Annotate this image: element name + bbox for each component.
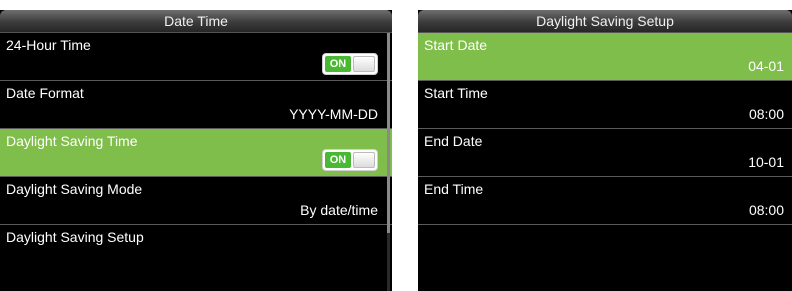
menu-item-label: Daylight Saving Time <box>6 133 138 149</box>
menu-item-label: 24-Hour Time <box>6 37 91 53</box>
scrollbar[interactable] <box>387 33 390 291</box>
24-hour-time-toggle[interactable]: ON <box>322 53 378 75</box>
menu-item-value: By date/time <box>300 202 378 218</box>
screen-title: Date Time <box>0 10 392 33</box>
menu-item-label: Daylight Saving Setup <box>6 229 144 245</box>
daylight-saving-time-toggle[interactable]: ON <box>322 149 378 171</box>
menu-item-label: End Date <box>424 133 483 149</box>
toggle-state-label: ON <box>325 152 351 168</box>
menu-item-label: Date Format <box>6 85 84 101</box>
toggle-knob <box>353 56 375 72</box>
menu-item-value: 10-01 <box>748 154 784 170</box>
menu-item-value: 08:00 <box>748 106 784 122</box>
menu-item-daylight-saving-time[interactable]: Daylight Saving Time ON <box>0 129 392 177</box>
menu-item-label: End Time <box>424 181 484 197</box>
toggle-knob <box>353 152 375 168</box>
scrollbar-thumb[interactable] <box>387 33 390 233</box>
menu-item-date-format[interactable]: Date Format YYYY-MM-DD <box>0 81 392 129</box>
daylight-saving-setup-screen: Daylight Saving Setup Start Date 04-01 S… <box>418 10 792 291</box>
screen-title: Daylight Saving Setup <box>418 10 792 33</box>
menu-item-label: Start Date <box>424 37 488 53</box>
menu-item-daylight-saving-setup[interactable]: Daylight Saving Setup <box>0 225 392 273</box>
menu-item-value: 08:00 <box>748 202 784 218</box>
date-time-screen: Date Time 24-Hour Time ON Date Format YY… <box>0 10 392 291</box>
menu-item-daylight-saving-mode[interactable]: Daylight Saving Mode By date/time <box>0 177 392 225</box>
toggle-state-label: ON <box>325 56 351 72</box>
menu-item-end-date[interactable]: End Date 10-01 <box>418 129 792 177</box>
menu-item-start-time[interactable]: Start Time 08:00 <box>418 81 792 129</box>
menu-item-label: Daylight Saving Mode <box>6 181 143 197</box>
menu-item-value: YYYY-MM-DD <box>289 106 378 122</box>
menu-item-24-hour-time[interactable]: 24-Hour Time ON <box>0 33 392 81</box>
menu-item-label: Start Time <box>424 85 488 101</box>
menu-item-start-date[interactable]: Start Date 04-01 <box>418 33 792 81</box>
menu-item-value: 04-01 <box>748 58 784 74</box>
menu-item-end-time[interactable]: End Time 08:00 <box>418 177 792 225</box>
